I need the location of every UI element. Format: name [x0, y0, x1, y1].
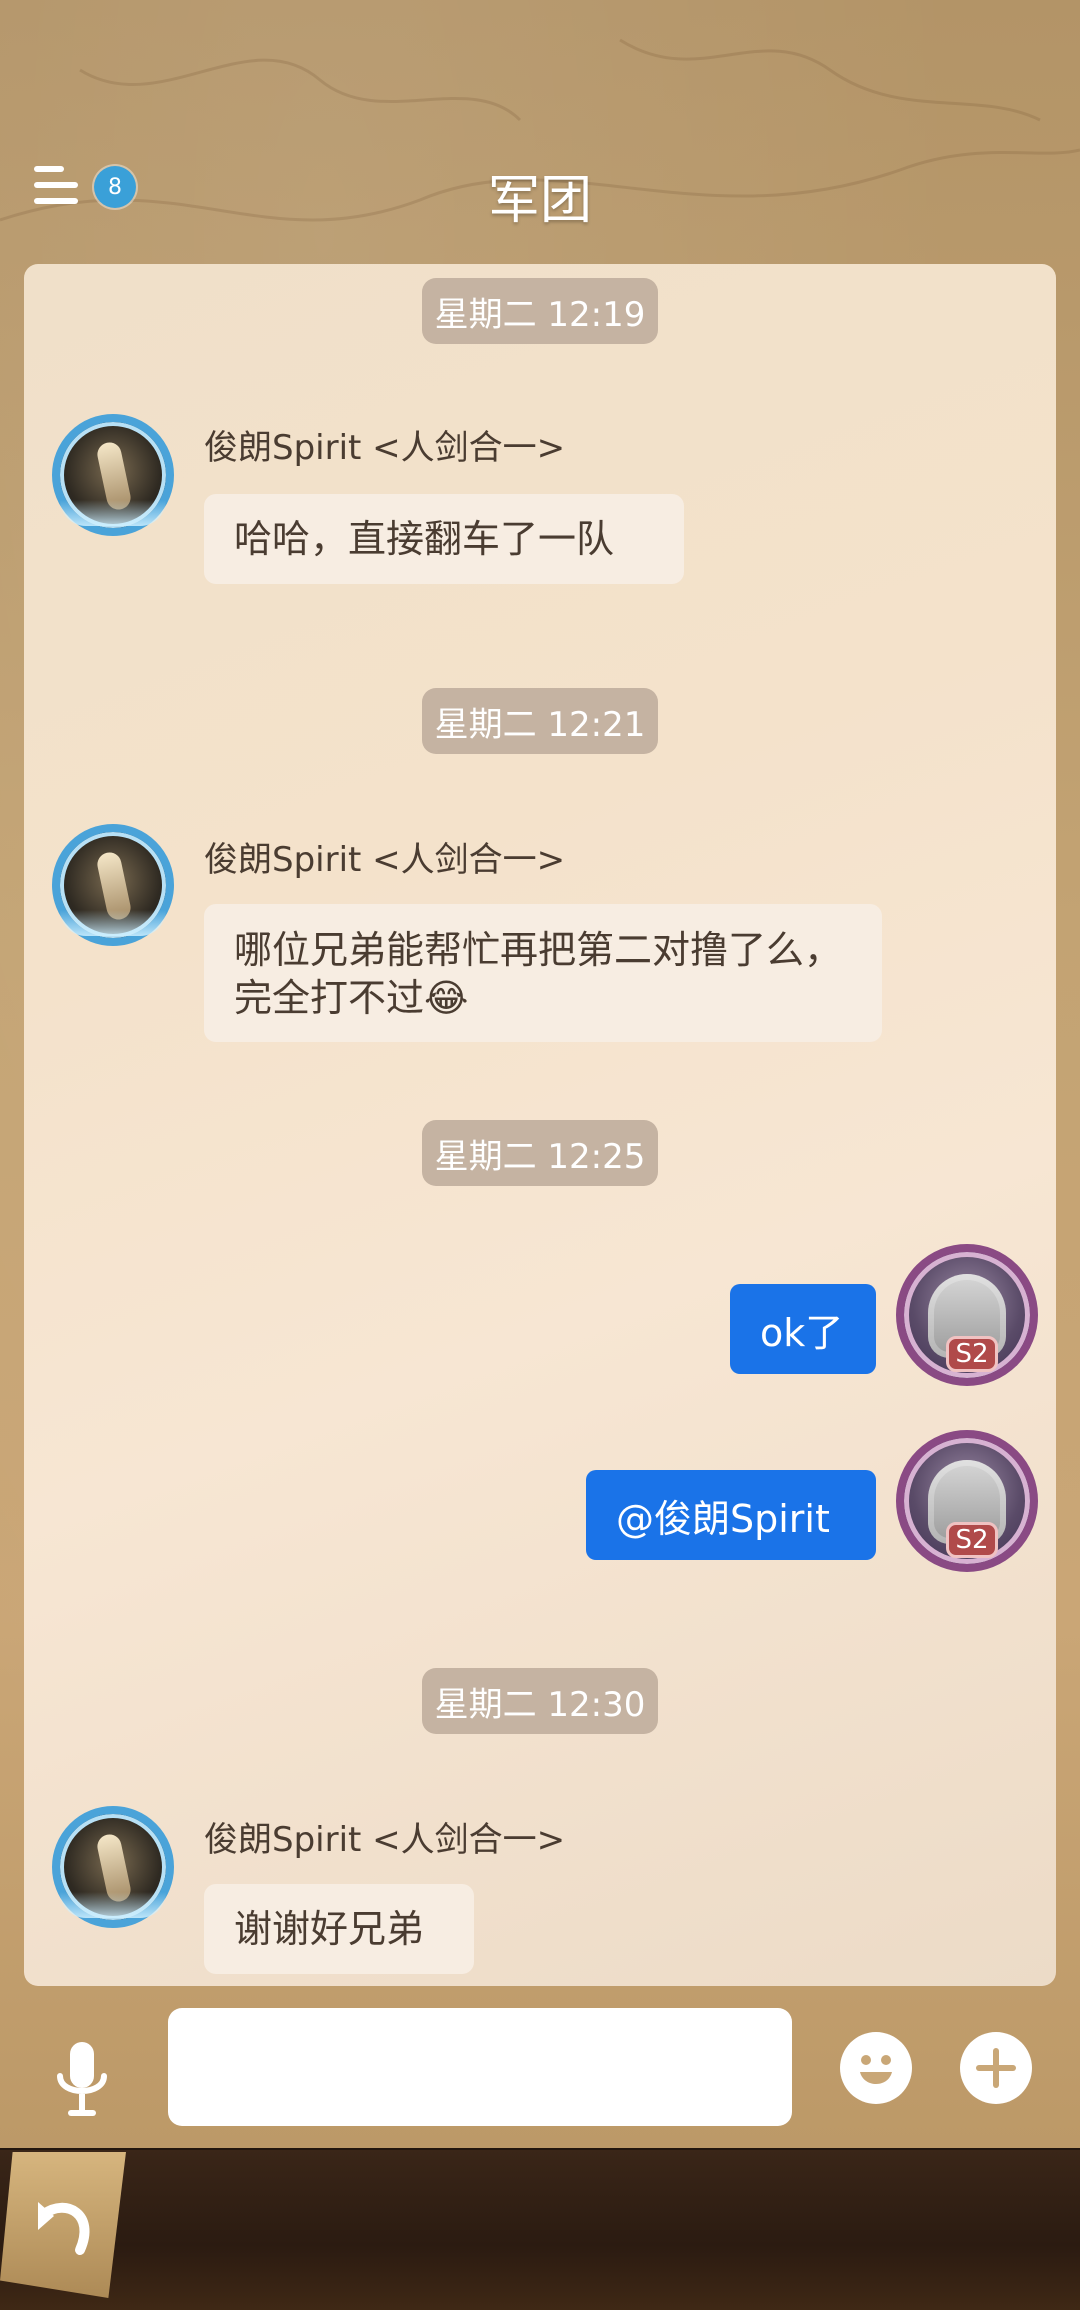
- outgoing-message[interactable]: ok了: [730, 1284, 876, 1374]
- incoming-message[interactable]: 谢谢好兄弟: [204, 1884, 474, 1974]
- timestamp-pill: 星期二 12:30: [422, 1668, 658, 1734]
- user-avatar[interactable]: S2: [896, 1244, 1038, 1386]
- sender-name: 俊朗Spirit <人剑合一>: [204, 1820, 566, 1860]
- incoming-message[interactable]: 哈哈，直接翻车了一队: [204, 494, 684, 584]
- emoji-button[interactable]: [840, 2032, 912, 2104]
- emoji-icon: [842, 2034, 910, 2102]
- mic-icon[interactable]: [52, 2042, 112, 2118]
- sender-name: 俊朗Spirit <人剑合一>: [204, 840, 566, 880]
- message-input-bar: [0, 2008, 1080, 2138]
- season-badge: S2: [946, 1522, 998, 1558]
- page-title: 军团: [487, 171, 592, 231]
- timestamp-pill: 星期二 12:25: [422, 1120, 658, 1186]
- timestamp-pill: 星期二 12:19: [422, 278, 658, 344]
- timestamp-pill: 星期二 12:21: [422, 688, 658, 754]
- outgoing-message[interactable]: @俊朗Spirit: [586, 1470, 876, 1560]
- user-avatar[interactable]: S2: [896, 1430, 1038, 1572]
- sender-avatar[interactable]: [52, 414, 174, 536]
- sender-avatar[interactable]: [52, 824, 174, 946]
- sender-avatar[interactable]: [52, 1806, 174, 1928]
- more-button[interactable]: [960, 2032, 1032, 2104]
- back-button[interactable]: [0, 2152, 126, 2298]
- message-input[interactable]: [168, 2008, 792, 2126]
- top-header: 8 军团: [0, 140, 1080, 231]
- season-badge: S2: [946, 1336, 998, 1372]
- incoming-message[interactable]: 哪位兄弟能帮忙再把第二对撸了么，完全打不过😂: [204, 904, 882, 1042]
- chat-panel[interactable]: 星期二 12:19 俊朗Spirit <人剑合一> 哈哈，直接翻车了一队 星期二…: [24, 264, 1056, 1986]
- sender-name: 俊朗Spirit <人剑合一>: [204, 428, 566, 468]
- back-arrow-icon: [38, 2202, 90, 2255]
- bottom-navigation: [0, 2148, 1080, 2310]
- plus-icon: [962, 2034, 1030, 2102]
